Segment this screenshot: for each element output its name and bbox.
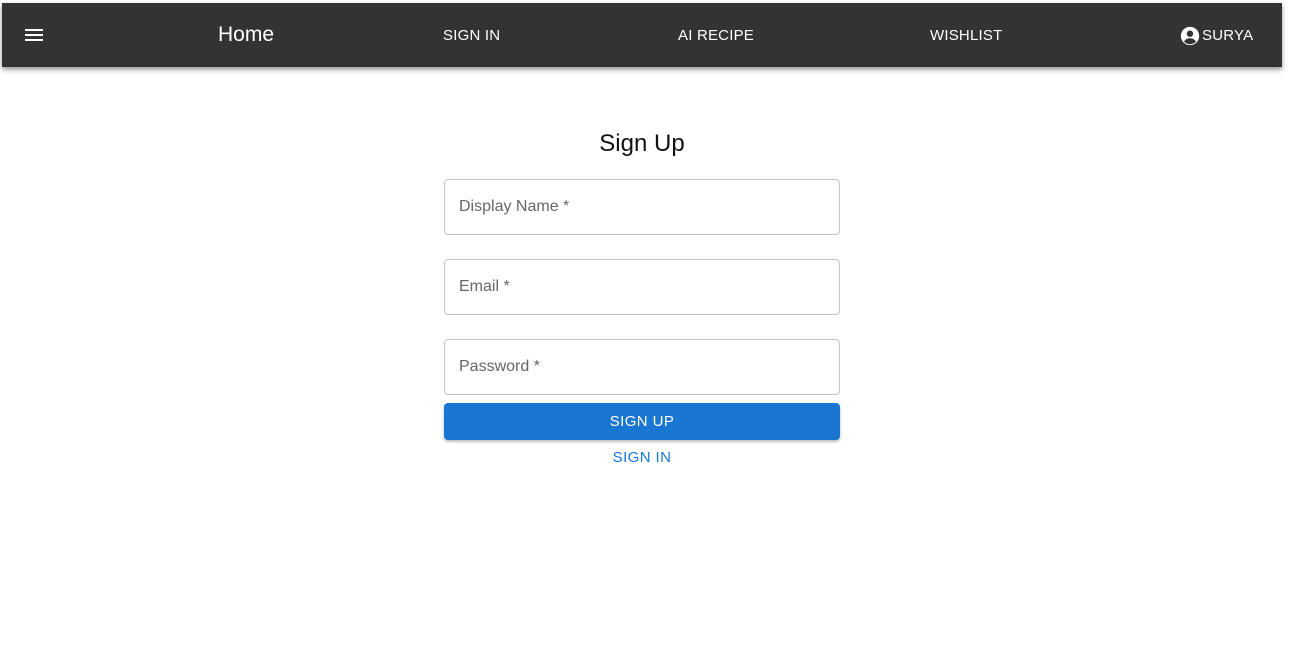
nav-home[interactable]: Home bbox=[218, 3, 274, 67]
password-input[interactable] bbox=[445, 340, 839, 394]
display-name-input[interactable] bbox=[445, 180, 839, 234]
hamburger-menu-icon[interactable] bbox=[24, 25, 44, 45]
nav-wishlist[interactable]: WISHLIST bbox=[930, 3, 1002, 67]
page-title: Sign Up bbox=[599, 130, 685, 157]
sign-up-button[interactable]: SIGN UP bbox=[444, 403, 840, 440]
signup-form: Sign Up SIGN UP SIGN IN bbox=[444, 126, 840, 466]
user-name: SURYA bbox=[1202, 26, 1254, 44]
nav-sign-in[interactable]: SIGN IN bbox=[443, 3, 500, 67]
email-field-container bbox=[444, 259, 840, 315]
app-bar: Home SIGN IN AI RECIPE WISHLIST SURYA bbox=[2, 3, 1282, 67]
account-circle-icon bbox=[1179, 25, 1201, 47]
email-input[interactable] bbox=[445, 260, 839, 314]
password-field-container bbox=[444, 339, 840, 395]
sign-in-link[interactable]: SIGN IN bbox=[444, 449, 840, 466]
user-menu-button[interactable]: SURYA bbox=[1179, 3, 1253, 67]
nav-ai-recipe[interactable]: AI RECIPE bbox=[678, 3, 754, 67]
display-name-field-container bbox=[444, 179, 840, 235]
